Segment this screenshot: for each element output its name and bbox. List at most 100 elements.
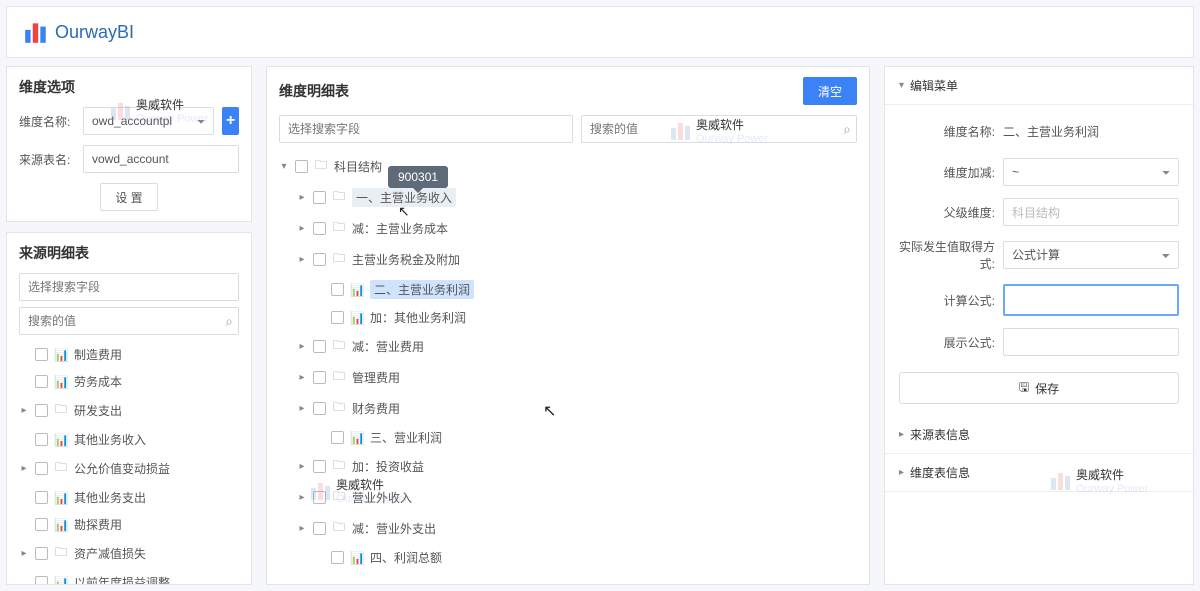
r-show-input[interactable] — [1003, 328, 1179, 356]
source-detail-panel: 来源明细表 ⌕ 📊制造费用📊劳务成本▸🗀研发支出📊其他业务收入▸🗀公允价值变动损… — [6, 232, 252, 585]
checkbox[interactable] — [313, 522, 326, 535]
checkbox[interactable] — [313, 222, 326, 235]
tree-item-label: 二、主营业务利润 — [370, 280, 474, 299]
tree-item-label: 减：营业费用 — [352, 338, 424, 355]
tree-item[interactable]: 📊加：其他业务利润 — [279, 304, 857, 331]
tree-item[interactable]: ▸ 🗀 减：营业费用 — [279, 331, 857, 362]
caret-icon: ▸ — [297, 192, 307, 203]
tree-item[interactable]: 📊以前年度损益调整 — [19, 569, 239, 585]
r-method-select[interactable]: 公式计算 — [1003, 241, 1179, 269]
checkbox[interactable] — [35, 491, 48, 504]
src-table-label: 来源表名: — [19, 151, 75, 168]
accordion-dim-info[interactable]: ▸维度表信息 — [885, 454, 1193, 492]
checkbox[interactable] — [35, 375, 48, 388]
checkbox[interactable] — [331, 283, 344, 296]
caret-icon: ▸ — [297, 492, 307, 503]
r-dim-op-select[interactable]: ~ — [1003, 158, 1179, 186]
tree-item[interactable]: ▸🗀加：投资收益 — [279, 451, 857, 482]
caret-icon: ▸ — [297, 341, 307, 352]
tree-item[interactable]: ▸🗀主营业务税金及附加 — [279, 244, 857, 275]
r-parent-input[interactable] — [1003, 198, 1179, 226]
folder-icon: 🗀 — [332, 336, 346, 357]
search-icon[interactable]: ⌕ — [225, 313, 233, 330]
chart-icon: 📊 — [54, 491, 68, 505]
center-search-value-input[interactable] — [581, 115, 857, 143]
chart-icon: 📊 — [54, 576, 68, 586]
tree-item[interactable]: ▸🗀公允价值变动损益 — [19, 453, 239, 484]
topbar: OurwayBI — [6, 6, 1194, 58]
checkbox[interactable] — [313, 460, 326, 473]
checkbox[interactable] — [35, 518, 48, 531]
tree-item[interactable]: 📊劳务成本 — [19, 368, 239, 395]
accordion-source-info[interactable]: ▸来源表信息 — [885, 416, 1193, 454]
right-panel: ▾编辑菜单 维度名称:二、主营业务利润 维度加减:~ 父级维度: 实际发生值取得… — [884, 66, 1194, 585]
checkbox[interactable] — [35, 462, 48, 475]
tree-item[interactable]: 📊其他业务收入 — [19, 426, 239, 453]
tree-item[interactable]: 📊四、利润总额 — [279, 544, 857, 571]
tree-item[interactable]: 📊三、营业利润 — [279, 424, 857, 451]
folder-icon: 🗀 — [54, 458, 68, 479]
tree-item[interactable]: ▸🗀资产减值损失 — [19, 538, 239, 569]
checkbox[interactable] — [35, 348, 48, 361]
folder-icon: 🗀 — [332, 398, 346, 419]
folder-icon: 🗀 — [332, 187, 346, 208]
caret-icon: ▸ — [19, 463, 29, 474]
tree-item[interactable]: 📊勘探费用 — [19, 511, 239, 538]
caret-icon: ▸ — [297, 254, 307, 265]
caret-icon: ▸ — [297, 223, 307, 234]
hover-tooltip: 900301 — [388, 166, 448, 188]
checkbox[interactable] — [313, 402, 326, 415]
checkbox[interactable] — [331, 431, 344, 444]
folder-icon: 🗀 — [332, 518, 346, 539]
save-button[interactable]: 🖫保存 — [899, 372, 1179, 404]
tree-item[interactable]: ▸🗀管理费用 — [279, 362, 857, 393]
r-calc-input[interactable] — [1003, 284, 1179, 316]
tree-item-label: 科目结构 — [334, 158, 382, 175]
tree-item[interactable]: ▾🗀科目结构 — [279, 151, 857, 182]
source-detail-title: 来源明细表 — [19, 243, 239, 263]
tree-item-label: 其他业务支出 — [74, 489, 146, 506]
checkbox[interactable] — [295, 160, 308, 173]
checkbox[interactable] — [35, 547, 48, 560]
tree-item-label: 减：主营业务成本 — [352, 220, 448, 237]
search-icon[interactable]: ⌕ — [843, 121, 851, 138]
checkbox[interactable] — [35, 576, 48, 585]
tree-item-label: 四、利润总额 — [370, 549, 442, 566]
dim-name-select[interactable]: owd_accountpl — [83, 107, 214, 135]
clear-button[interactable]: 清空 — [803, 77, 857, 105]
tree-item[interactable]: ▸ 🗀 减：主营业务成本 — [279, 213, 857, 244]
tree-item[interactable]: ▸🗀研发支出 — [19, 395, 239, 426]
checkbox[interactable] — [35, 404, 48, 417]
checkbox[interactable] — [313, 371, 326, 384]
checkbox[interactable] — [313, 491, 326, 504]
tree-item[interactable]: 📊 二、主营业务利润 — [279, 275, 857, 304]
add-dimension-button[interactable]: + — [222, 107, 239, 135]
caret-icon: ▸ — [19, 548, 29, 559]
r-method-label: 实际发生值取得方式: — [899, 238, 1003, 272]
src-table-input[interactable] — [83, 145, 239, 173]
checkbox[interactable] — [35, 433, 48, 446]
checkbox[interactable] — [313, 340, 326, 353]
r-calc-label: 计算公式: — [899, 292, 1003, 309]
tree-item[interactable]: 📊制造费用 — [19, 341, 239, 368]
folder-icon: 🗀 — [54, 543, 68, 564]
accordion-edit-menu[interactable]: ▾编辑菜单 — [885, 67, 1193, 105]
folder-icon: 🗀 — [332, 218, 346, 239]
checkbox[interactable] — [313, 191, 326, 204]
settings-button[interactable]: 设 置 — [100, 183, 157, 211]
left-search-value-input[interactable] — [19, 307, 239, 335]
tree-item[interactable]: ▸🗀财务费用 — [279, 393, 857, 424]
checkbox[interactable] — [313, 253, 326, 266]
r-dim-op-label: 维度加减: — [899, 164, 1003, 181]
checkbox[interactable] — [331, 551, 344, 564]
tree-item[interactable]: 📊 其他业务支出 — [19, 484, 239, 511]
center-search-field-input[interactable] — [279, 115, 573, 143]
chevron-right-icon: ▸ — [899, 429, 904, 440]
left-search-field-input[interactable] — [19, 273, 239, 301]
checkbox[interactable] — [331, 311, 344, 324]
folder-icon: 🗀 — [332, 367, 346, 388]
tree-item[interactable]: ▸🗀营业外收入 — [279, 482, 857, 513]
tree-item[interactable]: ▸🗀减：营业外支出 — [279, 513, 857, 544]
tree-item[interactable]: ▸🗀一、主营业务收入 — [279, 182, 857, 213]
chart-icon: 📊 — [350, 283, 364, 297]
